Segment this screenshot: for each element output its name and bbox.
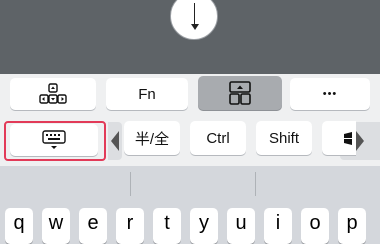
fn-key-label: Fn [138, 85, 156, 103]
key-e[interactable]: e [79, 208, 107, 244]
more-icon: ••• [322, 88, 338, 100]
suggestion-divider [130, 172, 131, 196]
key-p[interactable]: p [338, 208, 366, 244]
keyboard-icon [42, 130, 66, 149]
key-i[interactable]: i [264, 208, 292, 244]
ctrl-key[interactable]: Ctrl [190, 121, 246, 155]
more-button[interactable]: ••• [290, 78, 370, 110]
windows-key[interactable] [322, 121, 356, 155]
fn-key[interactable]: Fn [106, 78, 188, 110]
remote-screen-area[interactable] [0, 0, 380, 74]
suggestion-bar[interactable] [0, 166, 380, 204]
ctrl-key-label: Ctrl [206, 129, 230, 147]
scroll-indicator-line [194, 3, 195, 25]
window-layout-icon [229, 81, 251, 105]
scroll-knob[interactable] [170, 0, 218, 40]
key-t[interactable]: t [153, 208, 181, 244]
windows-icon [344, 132, 352, 145]
function-row-1: Fn ••• [0, 74, 380, 116]
key-o[interactable]: o [301, 208, 329, 244]
shift-key-label: Shift [268, 129, 299, 147]
shift-key[interactable]: Shift [256, 121, 312, 155]
window-layout-button[interactable] [198, 76, 282, 110]
chevron-right-icon [356, 131, 364, 151]
key-w[interactable]: w [42, 208, 70, 244]
chevron-left-icon [111, 131, 119, 151]
function-row-2: 半/全 Ctrl Shift [0, 116, 380, 166]
letter-row: q w e r t y u i o p [0, 204, 380, 244]
suggestion-divider [255, 172, 256, 196]
key-r[interactable]: r [116, 208, 144, 244]
arrow-keys-button[interactable] [10, 78, 96, 110]
key-y[interactable]: y [190, 208, 218, 244]
keyboard-toggle-button[interactable] [10, 124, 98, 156]
key-u[interactable]: u [227, 208, 255, 244]
hankaku-zenkaku-label: 半/全 [134, 130, 170, 148]
arrow-keys-icon [39, 83, 67, 104]
hankaku-zenkaku-key[interactable]: 半/全 [124, 121, 180, 155]
scroll-down-arrow-icon [191, 24, 199, 30]
key-q[interactable]: q [5, 208, 33, 244]
